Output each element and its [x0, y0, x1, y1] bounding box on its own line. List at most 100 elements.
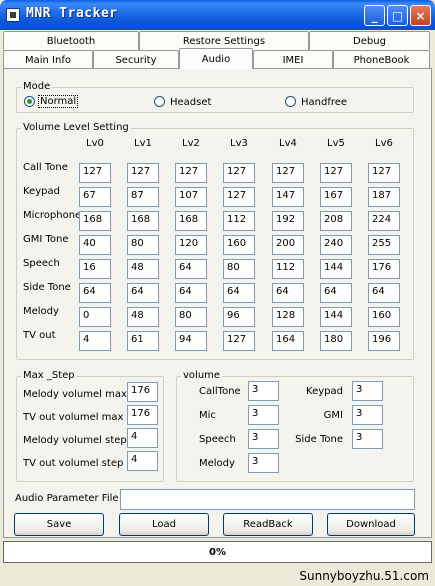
microphone-lv1-input[interactable]: 168 — [127, 211, 159, 231]
side-tone-lv6-input[interactable]: 64 — [368, 283, 400, 303]
volume-melody-input[interactable]: 3 — [248, 453, 279, 473]
volume-calltone-input[interactable]: 3 — [248, 381, 279, 401]
call-tone-lv1-input[interactable]: 127 — [127, 163, 159, 183]
tab-audio[interactable]: Audio — [179, 48, 253, 69]
tv-out-lv3-input[interactable]: 127 — [223, 331, 255, 351]
melody-lv5-input[interactable]: 144 — [320, 307, 352, 327]
radio-handfree-label[interactable]: Handfree — [301, 97, 347, 108]
max-step-input-3[interactable]: 4 — [127, 451, 158, 471]
radio-handfree[interactable] — [285, 96, 296, 107]
melody-lv2-input[interactable]: 80 — [175, 307, 207, 327]
volume-speech-input[interactable]: 3 — [248, 429, 279, 449]
tv-out-lv2-input[interactable]: 94 — [175, 331, 207, 351]
volume-level-group-title: Volume Level Setting — [21, 122, 131, 133]
side-tone-lv4-input[interactable]: 64 — [272, 283, 304, 303]
call-tone-lv0-input[interactable]: 127 — [79, 163, 111, 183]
melody-lv6-input[interactable]: 160 — [368, 307, 400, 327]
melody-lv0-input[interactable]: 0 — [79, 307, 111, 327]
tv-out-lv0-input[interactable]: 4 — [79, 331, 111, 351]
side-tone-lv5-input[interactable]: 64 — [320, 283, 352, 303]
radio-normal[interactable] — [24, 96, 35, 107]
load-button[interactable]: Load — [119, 513, 209, 536]
keypad-lv3-input[interactable]: 127 — [223, 187, 255, 207]
column-header-lv1: Lv1 — [134, 138, 152, 149]
keypad-lv1-input[interactable]: 87 — [127, 187, 159, 207]
melody-lv4-input[interactable]: 128 — [272, 307, 304, 327]
call-tone-lv6-input[interactable]: 127 — [368, 163, 400, 183]
keypad-lv5-input[interactable]: 167 — [320, 187, 352, 207]
side-tone-lv1-input[interactable]: 64 — [127, 283, 159, 303]
speech-lv1-input[interactable]: 48 — [127, 259, 159, 279]
row-label-keypad: Keypad — [23, 186, 60, 197]
keypad-lv6-input[interactable]: 187 — [368, 187, 400, 207]
side-tone-lv2-input[interactable]: 64 — [175, 283, 207, 303]
tab-imei[interactable]: IMEI — [253, 50, 333, 69]
column-header-lv6: Lv6 — [375, 138, 393, 149]
tv-out-lv1-input[interactable]: 61 — [127, 331, 159, 351]
volume-mic-input[interactable]: 3 — [248, 405, 279, 425]
save-button[interactable]: Save — [14, 513, 104, 536]
gmi-tone-lv3-input[interactable]: 160 — [223, 235, 255, 255]
volume-keypad-input[interactable]: 3 — [352, 381, 383, 401]
row-label-call-tone: Call Tone — [23, 162, 68, 173]
gmi-tone-lv1-input[interactable]: 80 — [127, 235, 159, 255]
progress-text: 0% — [209, 546, 226, 558]
close-button[interactable]: × — [410, 5, 431, 26]
gmi-tone-lv4-input[interactable]: 200 — [272, 235, 304, 255]
tab-debug[interactable]: Debug — [309, 31, 430, 50]
speech-lv2-input[interactable]: 64 — [175, 259, 207, 279]
keypad-lv4-input[interactable]: 147 — [272, 187, 304, 207]
gmi-tone-lv0-input[interactable]: 40 — [79, 235, 111, 255]
melody-lv3-input[interactable]: 96 — [223, 307, 255, 327]
maximize-button[interactable]: □ — [387, 5, 408, 26]
tab-phonebook[interactable]: PhoneBook — [333, 50, 430, 69]
call-tone-lv4-input[interactable]: 127 — [272, 163, 304, 183]
microphone-lv2-input[interactable]: 168 — [175, 211, 207, 231]
tab-security[interactable]: Security — [93, 50, 179, 69]
tab-main-info[interactable]: Main Info — [3, 50, 93, 69]
volume-side-tone-input[interactable]: 3 — [352, 429, 383, 449]
max-step-input-1[interactable]: 176 — [127, 405, 158, 425]
microphone-lv0-input[interactable]: 168 — [79, 211, 111, 231]
max-step-input-0[interactable]: 176 — [127, 382, 158, 402]
minimize-button[interactable]: _ — [364, 5, 385, 26]
call-tone-lv2-input[interactable]: 127 — [175, 163, 207, 183]
microphone-lv5-input[interactable]: 208 — [320, 211, 352, 231]
microphone-lv4-input[interactable]: 192 — [272, 211, 304, 231]
max-step-label-2: Melody volumel step — [23, 435, 127, 446]
volume-label-melody: Melody — [199, 458, 235, 469]
volume-label-keypad: Keypad — [306, 386, 343, 397]
audio-param-file-input[interactable] — [120, 489, 415, 510]
row-label-side-tone: Side Tone — [23, 282, 71, 293]
download-button[interactable]: Download — [327, 513, 415, 536]
tv-out-lv4-input[interactable]: 164 — [272, 331, 304, 351]
radio-headset-label[interactable]: Headset — [170, 97, 211, 108]
side-tone-lv0-input[interactable]: 64 — [79, 283, 111, 303]
microphone-lv6-input[interactable]: 224 — [368, 211, 400, 231]
microphone-lv3-input[interactable]: 112 — [223, 211, 255, 231]
max-step-input-2[interactable]: 4 — [127, 428, 158, 448]
tab-bluetooth[interactable]: Bluetooth — [3, 31, 139, 50]
melody-lv1-input[interactable]: 48 — [127, 307, 159, 327]
tv-out-lv6-input[interactable]: 196 — [368, 331, 400, 351]
keypad-lv2-input[interactable]: 107 — [175, 187, 207, 207]
speech-lv3-input[interactable]: 80 — [223, 259, 255, 279]
tv-out-lv5-input[interactable]: 180 — [320, 331, 352, 351]
volume-gmi-input[interactable]: 3 — [352, 405, 383, 425]
speech-lv0-input[interactable]: 16 — [79, 259, 111, 279]
speech-lv6-input[interactable]: 176 — [368, 259, 400, 279]
side-tone-lv3-input[interactable]: 64 — [223, 283, 255, 303]
volume-group-title: volume — [181, 370, 223, 381]
call-tone-lv3-input[interactable]: 127 — [223, 163, 255, 183]
readback-button[interactable]: ReadBack — [223, 513, 313, 536]
radio-headset[interactable] — [154, 96, 165, 107]
speech-lv5-input[interactable]: 144 — [320, 259, 352, 279]
max-step-group-title: Max _Step — [21, 370, 77, 381]
speech-lv4-input[interactable]: 112 — [272, 259, 304, 279]
call-tone-lv5-input[interactable]: 127 — [320, 163, 352, 183]
gmi-tone-lv5-input[interactable]: 240 — [320, 235, 352, 255]
gmi-tone-lv6-input[interactable]: 255 — [368, 235, 400, 255]
gmi-tone-lv2-input[interactable]: 120 — [175, 235, 207, 255]
radio-normal-label[interactable]: Normal — [38, 95, 79, 108]
keypad-lv0-input[interactable]: 67 — [79, 187, 111, 207]
